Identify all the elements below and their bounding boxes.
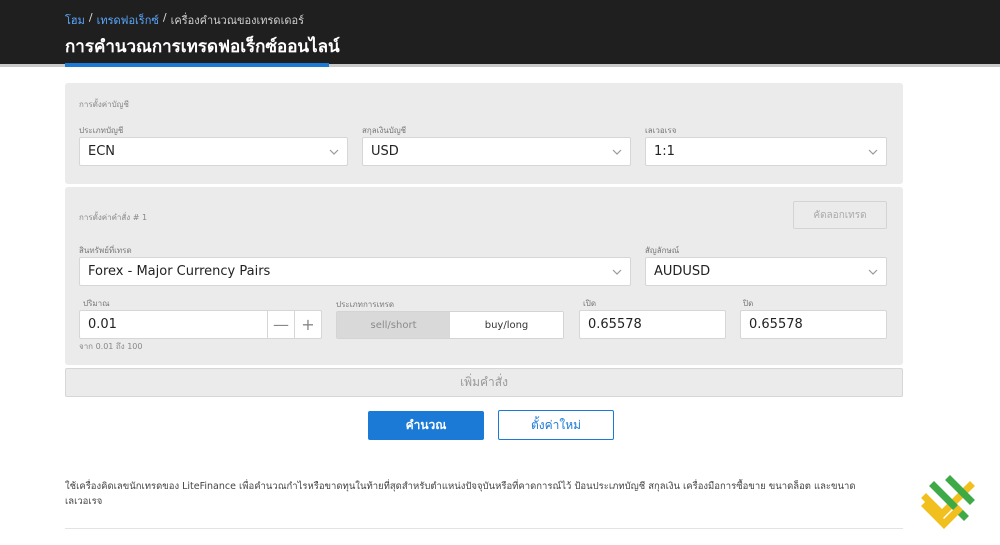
chevron-down-icon	[612, 149, 622, 155]
account-settings-panel	[65, 83, 903, 184]
leverage-value: 1:1	[654, 144, 675, 159]
currency-label: สกุลเงินบัญชี	[362, 126, 407, 135]
chevron-down-icon	[612, 269, 622, 275]
open-price-label: เปิด	[583, 299, 597, 308]
leverage-label: เลเวอเรจ	[645, 126, 677, 135]
symbol-label: สัญลักษณ์	[645, 246, 680, 255]
currency-value: USD	[371, 144, 399, 159]
breadcrumb: โฮม / เทรดฟอเร็กซ์ / เครื่องคำนวณของเทรด…	[65, 11, 304, 29]
account-type-value: ECN	[88, 144, 116, 159]
calculate-button[interactable]: คำนวณ	[368, 411, 484, 440]
close-price-value: 0.65578	[749, 317, 803, 332]
copy-trade-button[interactable]: คัดลอกเทรด	[793, 201, 887, 229]
chevron-down-icon	[329, 149, 339, 155]
instrument-label: สินทรัพย์ที่เทรด	[79, 246, 132, 255]
open-price-field[interactable]: 0.65578	[579, 310, 726, 339]
account-settings-heading: การตั้งค่าบัญชี	[79, 100, 129, 109]
breadcrumb-current: เครื่องคำนวณของเทรดเดอร์	[170, 14, 304, 27]
symbol-select[interactable]: AUDUSD	[645, 257, 887, 286]
breadcrumb-forex-link[interactable]: เทรดฟอเร็กซ์	[97, 11, 159, 29]
trade-type-toggle: sell/short buy/long	[336, 311, 564, 339]
volume-label: ปริมาณ	[83, 299, 110, 308]
leverage-select[interactable]: 1:1	[645, 137, 887, 166]
account-type-label: ประเภทบัญชี	[79, 126, 124, 135]
trade-type-label: ประเภทการเทรด	[336, 300, 395, 309]
buy-long-option[interactable]: buy/long	[450, 312, 563, 338]
volume-increase-button[interactable]: +	[294, 311, 321, 338]
sell-short-option[interactable]: sell/short	[337, 312, 450, 338]
breadcrumb-separator: /	[162, 11, 167, 24]
account-type-select[interactable]: ECN	[79, 137, 348, 166]
instrument-value: Forex - Major Currency Pairs	[88, 264, 271, 279]
breadcrumb-separator: /	[88, 11, 93, 24]
litefinance-logo	[921, 475, 975, 529]
chevron-down-icon	[868, 149, 878, 155]
volume-input[interactable]: 0.01	[88, 317, 117, 332]
reset-button[interactable]: ตั้งค่าใหม่	[498, 410, 614, 440]
title-underline	[65, 63, 329, 67]
instrument-select[interactable]: Forex - Major Currency Pairs	[79, 257, 631, 286]
page-title: การคำนวณการเทรดฟอเร็กซ์ออนไลน์	[65, 37, 340, 57]
volume-stepper: 0.01 — +	[79, 310, 322, 339]
breadcrumb-home-link[interactable]: โฮม	[65, 11, 85, 29]
currency-select[interactable]: USD	[362, 137, 631, 166]
open-price-value: 0.65578	[588, 317, 642, 332]
footer-divider	[65, 528, 903, 529]
chevron-down-icon	[868, 269, 878, 275]
symbol-value: AUDUSD	[654, 264, 711, 279]
volume-range-hint: จาก 0.01 ถึง 100	[79, 342, 143, 351]
calculator-description: ใช้เครื่องคิดเลขนักเทรดของ LiteFinance เ…	[65, 481, 856, 507]
close-price-field[interactable]: 0.65578	[740, 310, 887, 339]
page-header: โฮม / เทรดฟอเร็กซ์ / เครื่องคำนวณของเทรด…	[0, 0, 1000, 64]
order-settings-heading: การตั้งค่าคำสั่ง # 1	[79, 213, 148, 222]
volume-decrease-button[interactable]: —	[267, 311, 294, 338]
close-price-label: ปิด	[743, 299, 754, 308]
add-order-button[interactable]: เพิ่มคำสั่ง	[65, 368, 903, 397]
